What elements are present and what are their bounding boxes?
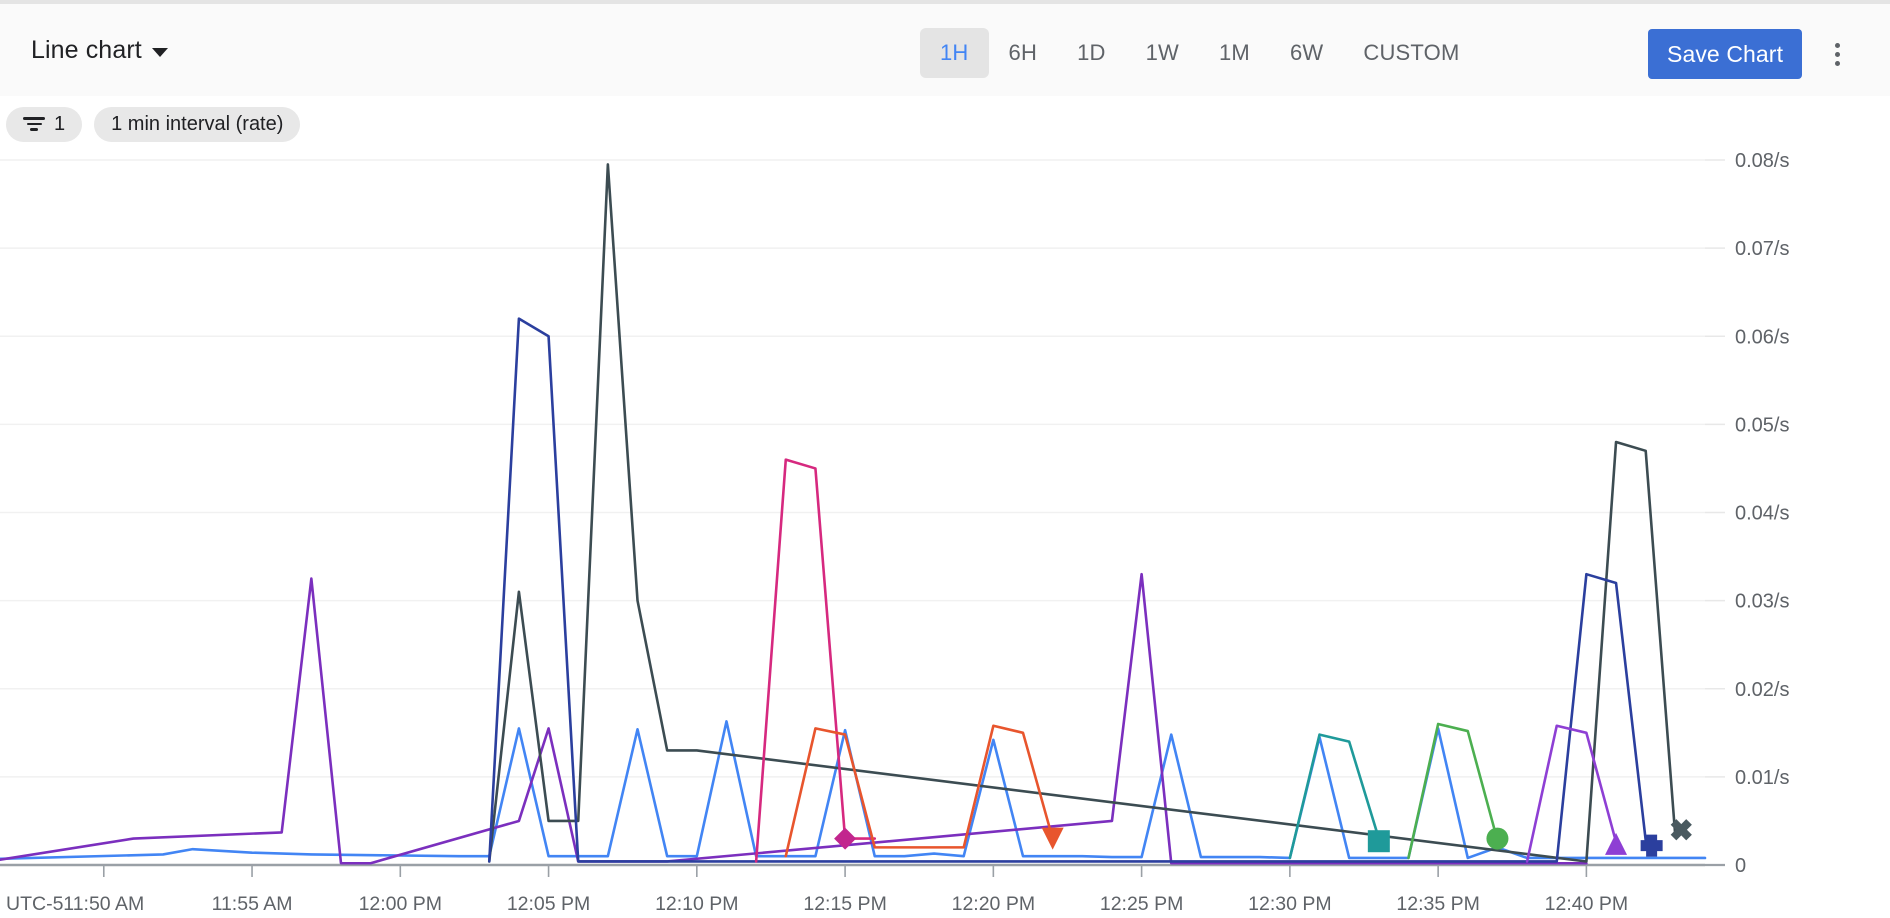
dot [1835,61,1840,66]
range-button-1w[interactable]: 1W [1126,28,1199,78]
down-triangle-marker [1042,828,1064,850]
xtick-label: 12:25 PM [1100,893,1183,915]
more-vert-icon[interactable] [1817,32,1857,76]
filter-icon [23,117,45,131]
xtick-label: 12:20 PM [952,893,1035,915]
xtick-label: 12:35 PM [1396,893,1479,915]
chart-toolbar: Line chart 1H6H1D1W1M6WCUSTOM Save Chart [0,0,1890,96]
dot [1835,43,1840,48]
plus-marker [1641,835,1663,857]
ytick-label: 0 [1735,855,1746,877]
chart-type-dropdown[interactable]: Line chart [27,28,172,72]
xtick-label: 11:50 AM [63,893,144,915]
xtick-label: 11:55 AM [212,893,293,915]
chart-type-label: Line chart [31,36,142,65]
circle-marker [1486,828,1508,850]
ytick-label: 0.07/s [1735,238,1789,260]
ytick-label: 0.02/s [1735,679,1789,701]
chevron-down-icon [152,48,168,57]
ytick-label: 0.04/s [1735,503,1789,525]
ytick-label: 0.06/s [1735,326,1789,348]
ytick-label: 0.01/s [1735,767,1789,789]
triangle-marker [1605,833,1627,855]
series-line-series-navy [489,319,1645,862]
xtick-label: 12:10 PM [655,893,738,915]
ytick-label: 0.05/s [1735,414,1789,436]
xtick-label: 12:15 PM [803,893,886,915]
chip-row: 1 1 min interval (rate) [0,99,1890,149]
save-chart-button[interactable]: Save Chart [1648,29,1802,79]
series-line-series-violet [1527,726,1616,862]
range-button-6h[interactable]: 6H [989,28,1058,78]
dot [1835,52,1840,57]
timezone-label: UTC-5 [6,893,64,915]
filter-chip-label: 1 [54,113,65,136]
interval-chip-label: 1 min interval (rate) [111,113,283,136]
range-button-1m[interactable]: 1M [1199,28,1270,78]
line-chart-svg: 0.08/s 0.07/s 0.06/s 0.05/s 0.04/s 0.03/s 0.02… [0,150,1890,918]
filter-chip[interactable]: 1 [6,107,82,142]
range-button-6w[interactable]: 6W [1270,28,1343,78]
range-button-custom[interactable]: CUSTOM [1343,28,1479,78]
time-range-group: 1H6H1D1W1M6WCUSTOM [920,28,1480,78]
xtick-label: 12:00 PM [359,893,442,915]
square-marker [1368,830,1390,852]
xtick-label: 12:30 PM [1248,893,1331,915]
ytick-label: 0.08/s [1735,150,1789,172]
series-line-series-magenta [756,460,875,862]
xtick-label: 12:40 PM [1545,893,1628,915]
ytick-label: 0.03/s [1735,591,1789,613]
xtick-label: 12:05 PM [507,893,590,915]
chart-plot-area[interactable]: 0.08/s 0.07/s 0.06/s 0.05/s 0.04/s 0.03/s 0.02… [0,150,1890,918]
range-button-1d[interactable]: 1D [1057,28,1126,78]
range-button-1h[interactable]: 1H [920,28,989,78]
interval-chip[interactable]: 1 min interval (rate) [94,107,300,142]
